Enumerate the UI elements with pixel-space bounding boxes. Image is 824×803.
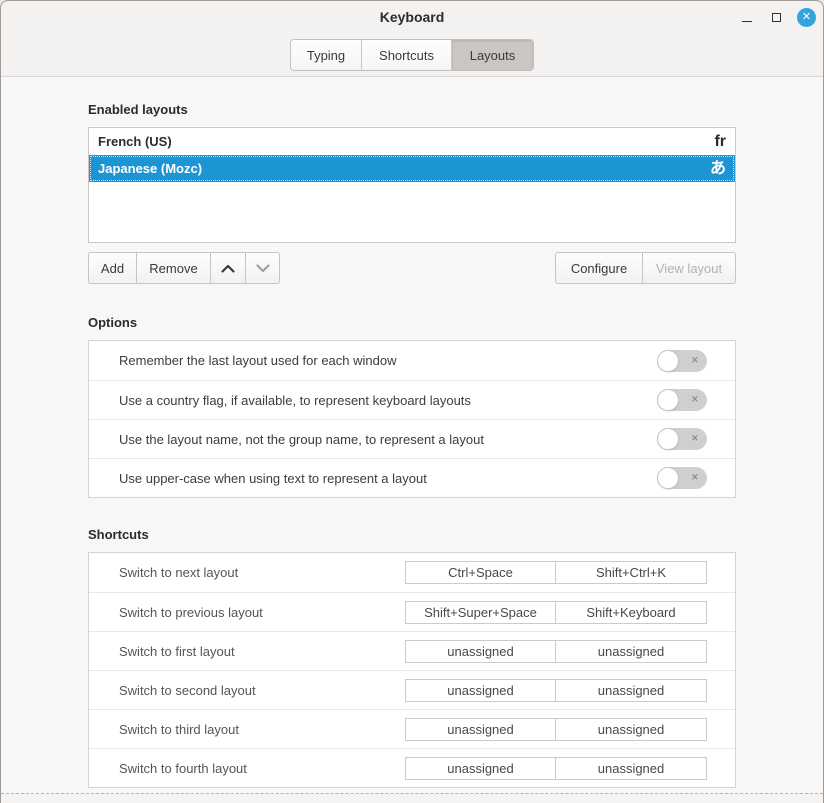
option-label: Remember the last layout used for each w… bbox=[119, 353, 396, 368]
keybinding-button[interactable]: unassigned bbox=[405, 640, 556, 663]
shortcuts-panel: Switch to next layout Ctrl+Space Shift+C… bbox=[88, 552, 736, 788]
keybinding-button[interactable]: unassigned bbox=[405, 757, 556, 780]
toggle-off-icon: × bbox=[692, 394, 698, 405]
tab-typing[interactable]: Typing bbox=[291, 40, 362, 70]
minimize-icon bbox=[742, 21, 752, 22]
tab-shortcuts[interactable]: Shortcuts bbox=[362, 40, 452, 70]
layout-indicator-glyph: fr bbox=[714, 134, 726, 150]
minimize-button[interactable] bbox=[737, 8, 756, 27]
close-button[interactable]: ✕ bbox=[797, 8, 816, 27]
chevron-up-icon bbox=[221, 264, 235, 273]
option-row-layout-name: Use the layout name, not the group name,… bbox=[89, 419, 735, 458]
list-edit-buttons: Add Remove bbox=[88, 252, 280, 284]
shortcut-row-next-layout: Switch to next layout Ctrl+Space Shift+C… bbox=[89, 553, 735, 592]
maximize-icon bbox=[772, 13, 781, 22]
enabled-layouts-heading: Enabled layouts bbox=[88, 77, 736, 117]
shortcut-label: Switch to previous layout bbox=[119, 605, 263, 620]
window-title: Keyboard bbox=[1, 9, 823, 25]
shortcut-label: Switch to third layout bbox=[119, 722, 239, 737]
options-heading: Options bbox=[88, 284, 736, 330]
keybinding-pair: Ctrl+Space Shift+Ctrl+K bbox=[405, 561, 707, 584]
layout-row-japanese[interactable]: Japanese (Mozc) あ bbox=[89, 155, 735, 182]
keybinding-pair: Shift+Super+Space Shift+Keyboard bbox=[405, 601, 707, 624]
shortcut-label: Switch to second layout bbox=[119, 683, 256, 698]
toggle-layout-name[interactable]: × bbox=[657, 428, 707, 450]
option-row-country-flag: Use a country flag, if available, to rep… bbox=[89, 380, 735, 419]
keybinding-button[interactable]: unassigned bbox=[556, 640, 707, 663]
option-label: Use a country flag, if available, to rep… bbox=[119, 393, 471, 408]
toggle-upper-case[interactable]: × bbox=[657, 467, 707, 489]
close-icon: ✕ bbox=[797, 8, 816, 27]
titlebar: Keyboard ✕ bbox=[1, 1, 823, 33]
toggle-country-flag[interactable]: × bbox=[657, 389, 707, 411]
maximize-button[interactable] bbox=[767, 8, 786, 27]
toggle-off-icon: × bbox=[692, 433, 698, 444]
window-controls: ✕ bbox=[737, 1, 816, 33]
keybinding-button[interactable]: unassigned bbox=[556, 757, 707, 780]
shortcut-label: Switch to next layout bbox=[119, 565, 238, 580]
shortcuts-heading: Shortcuts bbox=[88, 498, 736, 542]
add-layout-button[interactable]: Add bbox=[88, 252, 136, 284]
configure-buttons: Configure View layout bbox=[555, 252, 736, 284]
option-label: Use upper-case when using text to repres… bbox=[119, 471, 427, 486]
toggle-knob bbox=[657, 350, 679, 372]
layout-name: Japanese (Mozc) bbox=[98, 161, 202, 176]
tab-layouts[interactable]: Layouts bbox=[452, 40, 533, 70]
layout-list: French (US) fr Japanese (Mozc) あ bbox=[88, 127, 736, 243]
keybinding-pair: unassigned unassigned bbox=[405, 679, 707, 702]
keybinding-button[interactable]: unassigned bbox=[405, 679, 556, 702]
option-row-remember-layout: Remember the last layout used for each w… bbox=[89, 341, 735, 380]
chevron-down-icon bbox=[256, 264, 270, 273]
keybinding-button[interactable]: Shift+Super+Space bbox=[405, 601, 556, 624]
layouts-page: Enabled layouts French (US) fr Japanese … bbox=[1, 77, 823, 793]
toggle-off-icon: × bbox=[692, 355, 698, 366]
view-layout-button[interactable]: View layout bbox=[642, 252, 736, 284]
keybinding-button[interactable]: unassigned bbox=[556, 679, 707, 702]
options-panel: Remember the last layout used for each w… bbox=[88, 340, 736, 498]
toggle-knob bbox=[657, 467, 679, 489]
keybinding-pair: unassigned unassigned bbox=[405, 718, 707, 741]
shortcut-row-fourth-layout: Switch to fourth layout unassigned unass… bbox=[89, 748, 735, 787]
shortcut-row-second-layout: Switch to second layout unassigned unass… bbox=[89, 670, 735, 709]
shortcut-label: Switch to first layout bbox=[119, 644, 235, 659]
toggle-remember-layout[interactable]: × bbox=[657, 350, 707, 372]
keybinding-button[interactable]: Shift+Keyboard bbox=[556, 601, 707, 624]
move-down-button[interactable] bbox=[245, 252, 280, 284]
move-up-button[interactable] bbox=[210, 252, 245, 284]
layout-indicator-glyph: あ bbox=[710, 161, 726, 177]
keybinding-button[interactable]: Shift+Ctrl+K bbox=[556, 561, 707, 584]
shortcut-row-third-layout: Switch to third layout unassigned unassi… bbox=[89, 709, 735, 748]
keybinding-button[interactable]: unassigned bbox=[556, 718, 707, 741]
keybinding-pair: unassigned unassigned bbox=[405, 757, 707, 780]
shortcut-row-previous-layout: Switch to previous layout Shift+Super+Sp… bbox=[89, 592, 735, 631]
keybinding-button[interactable]: unassigned bbox=[405, 718, 556, 741]
layout-row-french[interactable]: French (US) fr bbox=[89, 128, 735, 155]
toggle-off-icon: × bbox=[692, 472, 698, 483]
keyboard-settings-window: Keyboard ✕ Typing Shortcuts Layouts Enab… bbox=[0, 0, 824, 803]
layout-actions: Add Remove Configure View layout bbox=[88, 252, 736, 284]
toggle-knob bbox=[657, 389, 679, 411]
option-label: Use the layout name, not the group name,… bbox=[119, 432, 484, 447]
shortcut-label: Switch to fourth layout bbox=[119, 761, 247, 776]
shortcut-row-first-layout: Switch to first layout unassigned unassi… bbox=[89, 631, 735, 670]
option-row-upper-case: Use upper-case when using text to repres… bbox=[89, 458, 735, 497]
remove-layout-button[interactable]: Remove bbox=[136, 252, 210, 284]
tab-bar: Typing Shortcuts Layouts bbox=[1, 33, 823, 77]
configure-button[interactable]: Configure bbox=[555, 252, 642, 284]
window-bottom-edge[interactable] bbox=[1, 793, 823, 803]
layout-name: French (US) bbox=[98, 134, 172, 149]
tab-group: Typing Shortcuts Layouts bbox=[290, 39, 534, 71]
keybinding-pair: unassigned unassigned bbox=[405, 640, 707, 663]
toggle-knob bbox=[657, 428, 679, 450]
keybinding-button[interactable]: Ctrl+Space bbox=[405, 561, 556, 584]
